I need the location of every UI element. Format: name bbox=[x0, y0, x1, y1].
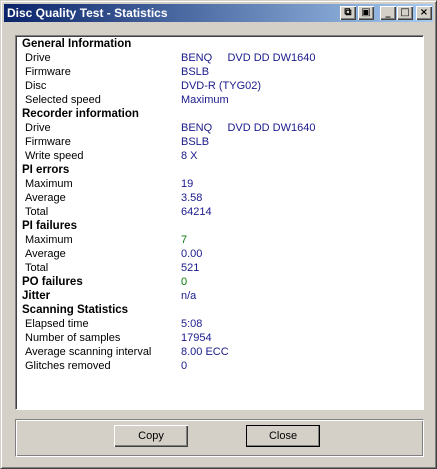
close-dialog-button[interactable]: Close bbox=[246, 425, 320, 447]
stat-row: Total 521 bbox=[16, 262, 416, 276]
copy-icon[interactable]: ⧉ bbox=[340, 6, 356, 20]
statistics-panel: General Information Drive BENQ DVD DD DW16… bbox=[15, 35, 424, 410]
stat-row: Number of samples 17954 bbox=[16, 332, 416, 346]
section-heading: Jitter n/a bbox=[16, 290, 416, 304]
stat-row: Drive BENQ DVD DD DW1640 bbox=[16, 52, 416, 66]
window-title: Disc Quality Test - Statistics bbox=[7, 6, 168, 20]
stat-value: BENQ DVD DD DW1640 bbox=[181, 122, 316, 134]
stat-row: Glitches removed 0 bbox=[16, 360, 416, 374]
stat-label: Total bbox=[25, 206, 49, 218]
stat-value: 521 bbox=[181, 262, 200, 274]
stat-label: Glitches removed bbox=[25, 360, 111, 372]
section-title: PO failures bbox=[22, 276, 83, 288]
stat-value: n/a bbox=[181, 290, 197, 302]
stat-label: Drive bbox=[25, 52, 51, 64]
stat-value: Maximum bbox=[181, 94, 229, 106]
section-heading: PI errors bbox=[16, 164, 416, 178]
stat-row: Firmware BSLB bbox=[16, 66, 416, 80]
section-heading: PI failures bbox=[16, 220, 416, 234]
stat-value: BENQ DVD DD DW1640 bbox=[181, 52, 316, 64]
stat-value: 0 bbox=[181, 276, 188, 288]
stat-label: Maximum bbox=[25, 234, 73, 246]
stat-value: 3.58 bbox=[181, 192, 203, 204]
minimize-button[interactable]: _ bbox=[380, 6, 396, 20]
button-bar bbox=[15, 419, 424, 457]
stat-label: Average bbox=[25, 192, 66, 204]
stat-label: Disc bbox=[25, 80, 47, 92]
stat-label: Write speed bbox=[25, 150, 84, 162]
stat-row: Maximum 19 bbox=[16, 178, 416, 192]
stat-row: Selected speed Maximum bbox=[16, 94, 416, 108]
section-heading: Scanning Statistics bbox=[16, 304, 416, 318]
stat-label: Average bbox=[25, 248, 66, 260]
stat-value: 19 bbox=[181, 178, 194, 190]
stat-row: Firmware BSLB bbox=[16, 136, 416, 150]
stat-value: 7 bbox=[181, 234, 188, 246]
stat-label: Average scanning interval bbox=[25, 346, 152, 358]
stat-value: 17954 bbox=[181, 332, 212, 344]
section-title: Recorder information bbox=[22, 108, 139, 120]
stat-value: DVD-R (TYG02) bbox=[181, 80, 262, 92]
stat-value: 64214 bbox=[181, 206, 212, 218]
save-icon[interactable]: ▣ bbox=[358, 6, 374, 20]
stat-label: Elapsed time bbox=[25, 318, 89, 330]
stat-row: Average scanning interval 8.00 ECC bbox=[16, 346, 416, 360]
stat-row: Drive BENQ DVD DD DW1640 bbox=[16, 122, 416, 136]
stat-label: Drive bbox=[25, 122, 51, 134]
section-heading: Recorder information bbox=[16, 108, 416, 122]
maximize-button[interactable]: □ bbox=[397, 6, 413, 20]
stat-value: 8.00 ECC bbox=[181, 346, 229, 358]
stat-value: 8 X bbox=[181, 150, 198, 162]
section-title: PI errors bbox=[22, 164, 70, 176]
stat-value: BSLB bbox=[181, 66, 210, 78]
stat-row: Maximum 7 bbox=[16, 234, 416, 248]
stat-value: 0 bbox=[181, 360, 188, 372]
section-title: Jitter bbox=[22, 290, 51, 302]
copy-button[interactable]: Copy bbox=[114, 425, 188, 447]
section-heading: PO failures 0 bbox=[16, 276, 416, 290]
stat-value: BSLB bbox=[181, 136, 210, 148]
title-bar[interactable]: Disc Quality Test - Statistics ⧉ ▣ _ □ × bbox=[4, 4, 433, 22]
statistics-window: Disc Quality Test - Statistics ⧉ ▣ _ □ ×… bbox=[0, 0, 437, 469]
section-heading: General Information bbox=[16, 38, 416, 52]
stat-value: 0.00 bbox=[181, 248, 203, 260]
stat-row: Total 64214 bbox=[16, 206, 416, 220]
section-title: PI failures bbox=[22, 220, 77, 232]
stat-label: Selected speed bbox=[25, 94, 101, 106]
stat-row: Average 0.00 bbox=[16, 248, 416, 262]
stat-label: Firmware bbox=[25, 66, 71, 78]
stat-row: Write speed 8 X bbox=[16, 150, 416, 164]
section-title: General Information bbox=[22, 38, 132, 50]
stat-row: Disc DVD-R (TYG02) bbox=[16, 80, 416, 94]
stat-label: Maximum bbox=[25, 178, 73, 190]
stat-label: Total bbox=[25, 262, 49, 274]
stat-row: Elapsed time 5:08 bbox=[16, 318, 416, 332]
stat-value: 5:08 bbox=[181, 318, 203, 330]
close-button[interactable]: × bbox=[416, 6, 432, 20]
stat-row: Average 3.58 bbox=[16, 192, 416, 206]
section-title: Scanning Statistics bbox=[22, 304, 129, 316]
stat-label: Firmware bbox=[25, 136, 71, 148]
stat-label: Number of samples bbox=[25, 332, 121, 344]
